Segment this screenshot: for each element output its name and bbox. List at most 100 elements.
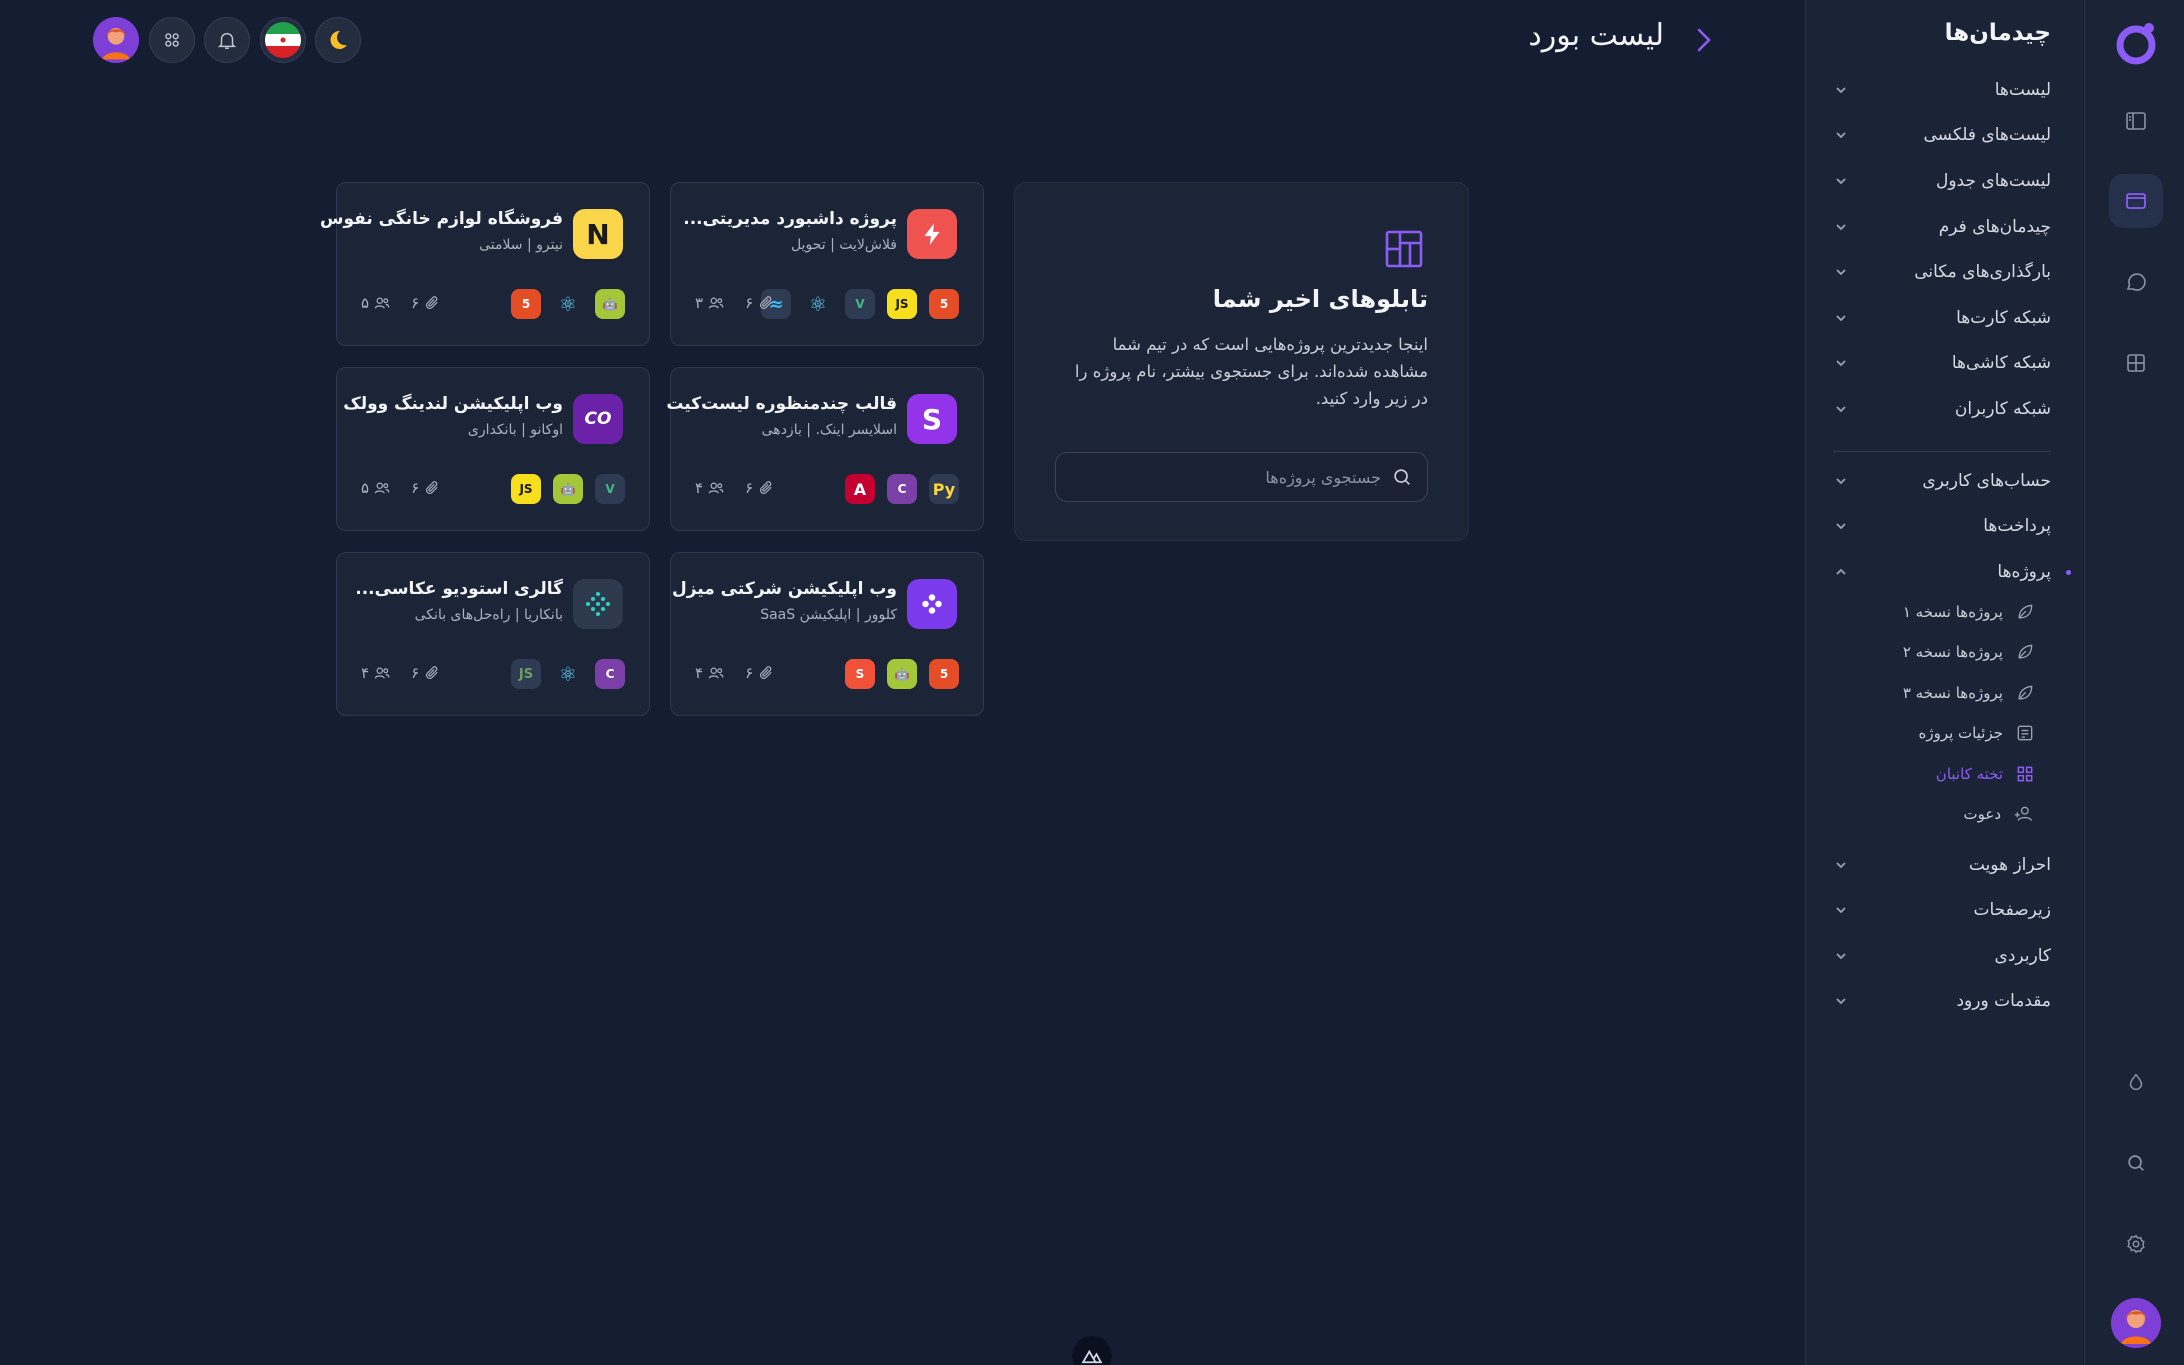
sidebar-subitem-projects-v1[interactable]: پروژه‌ها نسخه ۱ (1903, 597, 2035, 627)
page-title: لیست بورد (1528, 18, 1664, 53)
sidebar-item-label: مقدمات ورود (1956, 991, 2051, 1011)
sidebar-item-authentication[interactable]: احراز هویت (1833, 848, 2051, 882)
app-logo[interactable] (2113, 20, 2159, 66)
sidebar-subitem-project-details[interactable]: جزئیات پروژه (1918, 718, 2035, 748)
tech-stack: V 🤖 JS (511, 474, 625, 504)
devtools-badge[interactable] (1072, 1336, 1112, 1365)
sidebar-item-label: چیدمان‌های فرم (1938, 217, 2051, 237)
project-card[interactable]: وب اپلیکیشن شرکتی میزل کلوور | اپلیکیشن … (670, 552, 984, 716)
project-card[interactable]: CO وب اپلیکیشن لندینگ وولک اوکانو | بانک… (336, 367, 650, 531)
sidebar-toggle-icon[interactable] (2109, 94, 2163, 148)
members-count: ۵ (361, 479, 391, 497)
document-icon (2017, 725, 2033, 741)
react-icon: ⚛ (809, 292, 827, 316)
project-meta: ۴ ۶ (695, 664, 775, 682)
chevron-down-icon (1833, 948, 1849, 964)
sidebar-item-subpages[interactable]: زیرصفحات (1833, 893, 2051, 927)
members-count: ۵ (361, 294, 391, 312)
members-count: ۴ (695, 479, 725, 497)
sidebar-item-user-grid[interactable]: شبکه کاربران (1833, 392, 2051, 426)
recent-boards-card: تابلوهای اخیر شما اینجا جدیدترین پروژه‌ه… (1014, 182, 1469, 541)
project-logo: CO (573, 394, 623, 444)
project-search-input[interactable] (1091, 467, 1381, 487)
sidebar-subitem-label: دعوت (1963, 805, 2002, 823)
paperclip-icon (760, 481, 772, 495)
user-plus-icon (2014, 806, 2033, 821)
paperclip-icon (760, 666, 772, 680)
sidebar-item-table-lists[interactable]: لیست‌های جدول (1833, 164, 2051, 198)
chat-icon[interactable] (2109, 255, 2163, 309)
settings-gear-icon[interactable] (2109, 1217, 2163, 1271)
project-card[interactable]: پروژه داشبورد مدیریتی... فلاش‌لایت | تحو… (670, 182, 984, 346)
bell-icon (217, 32, 237, 49)
javascript-icon: JS (887, 289, 917, 319)
sidebar-item-accounts[interactable]: حساب‌های کاربری (1833, 464, 2051, 498)
sidebar-subitem-label: پروژه‌ها نسخه ۲ (1902, 643, 2003, 661)
nuxt-icon (1081, 1349, 1103, 1364)
sidebar-subitem-label: پروژه‌ها نسخه ۱ (1902, 603, 2003, 621)
recent-boards-title: تابلوهای اخیر شما (1212, 285, 1428, 313)
sidebar-item-label: لیست‌های فلکسی (1923, 125, 2052, 145)
sidebar-item-form-layouts[interactable]: چیدمان‌های فرم (1833, 210, 2051, 244)
project-meta: ۵ ۶ (361, 294, 441, 312)
chevron-down-icon (1833, 401, 1849, 417)
project-search-box[interactable] (1055, 452, 1428, 502)
html5-icon: 5 (511, 289, 541, 319)
header-user-avatar[interactable] (93, 17, 139, 63)
react-icon: ⚛ (559, 292, 577, 316)
chevron-right-icon[interactable] (1693, 24, 1715, 56)
sidebar-item-label: لیست‌های جدول (1935, 171, 2051, 191)
leaf-icon (2018, 685, 2033, 700)
chevron-down-icon (1833, 993, 1849, 1009)
grid-icon[interactable] (2109, 336, 2163, 390)
project-card[interactable]: گالری استودیو عکاسی... بانکاریا | راه‌حل… (336, 552, 650, 716)
sidebar-item-utility[interactable]: کاربردی (1833, 939, 2051, 973)
sidebar-item-onboarding[interactable]: مقدمات ورود (1833, 984, 2051, 1018)
theme-drop-icon[interactable] (2109, 1055, 2163, 1109)
sidebar-divider (1833, 451, 2051, 452)
sidebar-title: چیدمان‌ها (1944, 20, 2051, 46)
apps-button[interactable] (149, 17, 195, 63)
users-icon (708, 297, 724, 309)
user-avatar[interactable] (2111, 1298, 2161, 1348)
search-icon[interactable] (2109, 1136, 2163, 1190)
chevron-down-icon (1833, 82, 1849, 98)
sidebar-item-tile-grid[interactable]: شبکه کاشی‌ها (1833, 346, 2051, 380)
chevron-down-icon (1833, 902, 1849, 918)
sidebar-item-card-grid[interactable]: شبکه کارت‌ها (1833, 301, 2051, 335)
sidebar-subitem-kanban-board[interactable]: تخته کانبان (1936, 759, 2035, 789)
layouts-icon[interactable] (2109, 174, 2163, 228)
project-card[interactable]: S قالب چندمنظوره لیست‌کیت اسلایسر اینک. … (666, 367, 984, 531)
chevron-down-icon (1833, 127, 1849, 143)
chevron-down-icon (1833, 857, 1849, 873)
sidebar-item-projects[interactable]: پروژه‌ها (1833, 555, 2051, 589)
sidebar-subitem-projects-v3[interactable]: پروژه‌ها نسخه ۳ (1903, 678, 2035, 708)
theme-toggle-button[interactable] (315, 17, 361, 63)
vue-icon: V (595, 474, 625, 504)
users-icon (374, 297, 390, 309)
chevron-down-icon (1833, 473, 1849, 489)
sidebar-item-label: زیرصفحات (1973, 900, 2051, 920)
sidebar-subitem-projects-v2[interactable]: پروژه‌ها نسخه ۲ (1903, 637, 2035, 667)
tech-stack: 5 JS V ⚛ ≈ (761, 289, 959, 319)
chevron-down-icon (1833, 310, 1849, 326)
sidebar-subitem-label: جزئیات پروژه (1918, 724, 2003, 742)
sidebar-item-label: لیست‌ها (1994, 80, 2051, 100)
attachments-count: ۶ (745, 294, 775, 312)
sidebar-subitem-invite[interactable]: دعوت (1964, 799, 2036, 829)
sidebar-item-placeload[interactable]: بارگذاری‌های مکانی (1833, 255, 2051, 289)
sidebar-subitem-label: تخته کانبان (1935, 765, 2003, 783)
project-meta: ۴ ۶ (361, 664, 441, 682)
sidebar-subitem-label: پروژه‌ها نسخه ۳ (1902, 684, 2003, 702)
users-icon (708, 667, 724, 679)
chevron-down-icon (1833, 173, 1849, 189)
language-button[interactable] (260, 17, 306, 63)
project-title: فروشگاه لوازم خانگی نفوس (319, 209, 563, 229)
notifications-button[interactable] (204, 17, 250, 63)
sidebar-item-lists[interactable]: لیست‌ها (1833, 73, 2051, 107)
html5-icon: 5 (929, 289, 959, 319)
sidebar-item-flex-lists[interactable]: لیست‌های فلکسی (1833, 118, 2051, 152)
javascript-icon: JS (511, 474, 541, 504)
project-card[interactable]: N فروشگاه لوازم خانگی نفوس نیترو | سلامت… (320, 182, 650, 346)
sidebar-item-payments[interactable]: پرداخت‌ها (1833, 509, 2051, 543)
